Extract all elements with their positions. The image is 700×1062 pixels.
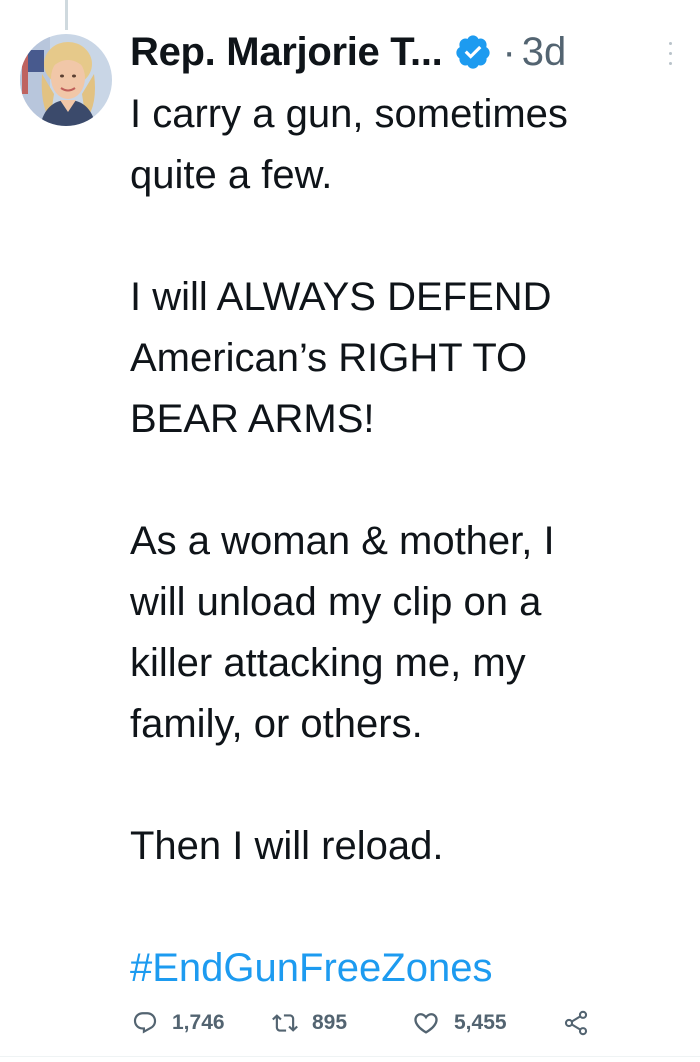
- tweet-paragraph: As a woman & mother, I will unload my cl…: [130, 511, 675, 755]
- more-dot: [668, 51, 672, 55]
- tweet-line: I carry a gun, sometimes: [130, 92, 568, 136]
- retweet-button[interactable]: 895: [272, 1010, 412, 1036]
- share-button[interactable]: [562, 1009, 590, 1037]
- tweet-actions-bar: 1,746 895 5,455: [132, 1003, 602, 1043]
- verified-badge-icon: [454, 33, 492, 71]
- more-dot: [668, 61, 672, 65]
- tweet-line: quite a few.: [130, 153, 333, 197]
- tweet-line: BEAR ARMS!: [130, 397, 375, 441]
- tweet-paragraph: I will ALWAYS DEFEND American’s RIGHT TO…: [130, 267, 675, 450]
- like-button[interactable]: 5,455: [412, 1009, 562, 1037]
- more-dot: [668, 41, 672, 45]
- tweet-line: family, or others.: [130, 702, 423, 746]
- tweet-paragraph: I carry a gun, sometimes quite a few.: [130, 84, 675, 206]
- thread-connector-line: [65, 0, 68, 30]
- hashtag-link[interactable]: #EndGunFreeZones: [130, 946, 492, 990]
- tweet-line: Then I will reload.: [130, 824, 444, 868]
- tweet-header: Rep. Marjorie T... · 3d: [130, 24, 566, 80]
- timestamp[interactable]: 3d: [522, 30, 567, 75]
- reply-icon: [133, 1012, 157, 1034]
- avatar-photo: [20, 34, 112, 126]
- tweet-paragraph: Then I will reload.: [130, 816, 675, 877]
- divider: [0, 1056, 700, 1057]
- retweet-count: 895: [312, 1011, 348, 1034]
- more-options-icon[interactable]: [660, 38, 680, 68]
- reply-button[interactable]: 1,746: [132, 1010, 272, 1036]
- tweet-paragraph: #EndGunFreeZones: [130, 938, 675, 999]
- share-icon: [564, 1010, 588, 1036]
- tweet-line: American’s RIGHT TO: [130, 336, 528, 380]
- like-count: 5,455: [454, 1011, 507, 1034]
- reply-count: 1,746: [172, 1011, 225, 1034]
- avatar[interactable]: [20, 34, 112, 126]
- tweet-line: will unload my clip on a: [130, 580, 542, 624]
- tweet-line: I will ALWAYS DEFEND: [130, 275, 552, 319]
- author-name[interactable]: Rep. Marjorie T...: [130, 30, 443, 75]
- tweet-text: I carry a gun, sometimes quite a few. I …: [130, 84, 675, 999]
- heart-icon: [414, 1013, 438, 1034]
- tweet-line: As a woman & mother, I: [130, 519, 555, 563]
- retweet-icon: [272, 1014, 298, 1032]
- tweet-line: killer attacking me, my: [130, 641, 526, 685]
- header-separator: ·: [502, 29, 516, 74]
